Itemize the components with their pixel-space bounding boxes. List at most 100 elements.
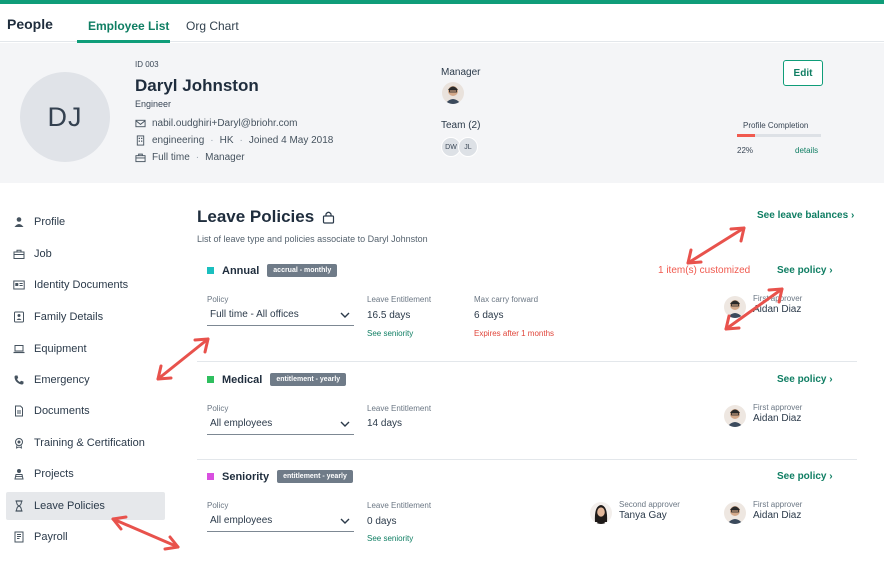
policy-label: Policy bbox=[207, 295, 229, 304]
page-subtitle: List of leave type and policies associat… bbox=[197, 234, 428, 244]
sidebar-item-equipment[interactable]: Equipment bbox=[6, 335, 165, 363]
profile-completion-bar bbox=[737, 134, 821, 137]
sidebar-item-payroll[interactable]: Payroll bbox=[6, 523, 165, 551]
page-title-text: Leave Policies bbox=[197, 207, 315, 226]
see-leave-balances-link[interactable]: See leave balances › bbox=[757, 210, 854, 221]
policy-select[interactable]: Full time - All offices bbox=[207, 306, 354, 326]
tab-org-chart[interactable]: Org Chart bbox=[186, 19, 239, 33]
chevron-down-icon bbox=[340, 421, 350, 427]
department-line: engineering · HK · Joined 4 May 2018 bbox=[135, 135, 333, 146]
employee-position: Manager bbox=[205, 152, 245, 163]
customized-note: 1 item(s) customized bbox=[658, 265, 751, 276]
sidebar-item-training-certification[interactable]: Training & Certification bbox=[6, 429, 165, 457]
see-seniority-link[interactable]: See seniority bbox=[367, 534, 413, 543]
employee-role: Engineer bbox=[135, 99, 172, 109]
policy-select[interactable]: All employees bbox=[207, 415, 354, 435]
manager-label: Manager bbox=[441, 67, 481, 78]
phone-icon bbox=[14, 375, 24, 385]
approver-role: First approver bbox=[753, 500, 803, 509]
briefcase-icon bbox=[135, 153, 146, 163]
employment-line: Full time · Manager bbox=[135, 152, 245, 163]
employee-joined: Joined 4 May 2018 bbox=[248, 135, 334, 146]
chevron-down-icon bbox=[340, 518, 350, 524]
separator-dot: · bbox=[195, 152, 200, 163]
sidebar-item-family-details[interactable]: Family Details bbox=[6, 303, 165, 331]
sidebar-item-label: Projects bbox=[34, 468, 74, 480]
policy-badge: accrual - monthly bbox=[267, 264, 338, 277]
profile-completion-label: Profile Completion bbox=[743, 121, 809, 130]
policy-card-annual: Annual accrual - monthly 1 item(s) custo… bbox=[197, 264, 857, 364]
see-policy-link[interactable]: See policy › bbox=[777, 471, 833, 482]
app-title: People bbox=[7, 16, 53, 32]
edit-button[interactable]: Edit bbox=[783, 60, 823, 86]
sidebar-item-label: Leave Policies bbox=[34, 500, 105, 512]
page-title: Leave Policies bbox=[197, 207, 335, 227]
sidebar-item-leave-policies[interactable]: Leave Policies bbox=[6, 492, 165, 520]
policy-type-name: Seniority bbox=[222, 470, 270, 483]
chevron-right-icon: › bbox=[829, 471, 833, 482]
sidebar-item-documents[interactable]: Documents bbox=[6, 397, 165, 425]
policy-card-medical: Medical entitlement - yearly See policy … bbox=[197, 373, 857, 453]
policy-type-header: Seniority entitlement - yearly bbox=[207, 470, 353, 483]
laptop-icon bbox=[13, 345, 25, 354]
policy-badge: entitlement - yearly bbox=[277, 470, 353, 483]
carry-forward-value: 6 days bbox=[474, 310, 504, 321]
employee-office: HK bbox=[219, 135, 234, 146]
briefcase-icon bbox=[13, 249, 25, 259]
sidebar-item-label: Profile bbox=[34, 216, 66, 228]
policy-label: Policy bbox=[207, 501, 229, 510]
policy-select-value: All employees bbox=[210, 515, 273, 526]
employee-department: engineering bbox=[152, 135, 205, 146]
sidebar-item-label: Documents bbox=[34, 405, 90, 417]
approver-role: Second approver bbox=[619, 500, 680, 509]
see-policy-link[interactable]: See policy › bbox=[777, 374, 833, 385]
see-policy-label: See policy bbox=[777, 374, 827, 385]
sidebar-item-projects[interactable]: Projects bbox=[6, 460, 165, 488]
sidebar-item-job[interactable]: Job bbox=[6, 240, 165, 268]
carry-forward-label: Max carry forward bbox=[474, 295, 539, 304]
sidebar-item-label: Emergency bbox=[34, 374, 90, 386]
policy-card-seniority: Seniority entitlement - yearly See polic… bbox=[197, 470, 857, 555]
employee-name: Daryl Johnston bbox=[135, 76, 259, 95]
certificate-icon bbox=[15, 438, 23, 449]
approver-avatar bbox=[724, 502, 746, 524]
approver-role: First approver bbox=[753, 403, 803, 412]
manager-avatar[interactable] bbox=[442, 82, 464, 104]
approver-avatar bbox=[724, 296, 746, 318]
sidebar-item-emergency[interactable]: Emergency bbox=[6, 366, 165, 394]
approver-name: Aidan Diaz bbox=[753, 413, 802, 424]
mail-icon bbox=[135, 119, 146, 128]
sidebar-item-identity-documents[interactable]: Identity Documents bbox=[6, 271, 165, 299]
sidebar-item-label: Training & Certification bbox=[34, 437, 145, 449]
see-policy-link[interactable]: See policy › bbox=[777, 265, 833, 276]
profile-completion-details-link[interactable]: details bbox=[795, 146, 818, 155]
employment-type: Full time bbox=[152, 152, 190, 163]
see-seniority-link[interactable]: See seniority bbox=[367, 329, 413, 338]
team-label: Team (2) bbox=[441, 120, 481, 131]
tab-employee-list[interactable]: Employee List bbox=[88, 19, 169, 33]
first-approver: First approver Aidan Diaz bbox=[724, 500, 802, 524]
policy-select[interactable]: All employees bbox=[207, 512, 354, 532]
separator-dot: · bbox=[210, 135, 214, 146]
entitlement-label: Leave Entitlement bbox=[367, 404, 432, 413]
policy-select-value: Full time - All offices bbox=[210, 309, 299, 320]
building-icon bbox=[136, 135, 145, 146]
second-approver: Second approver Tanya Gay bbox=[590, 500, 680, 524]
policy-color-square bbox=[207, 376, 214, 383]
top-tab-bar: People Employee List Org Chart bbox=[0, 4, 884, 43]
approver-avatar bbox=[724, 405, 746, 427]
policy-type-header: Annual accrual - monthly bbox=[207, 264, 338, 277]
id-card-icon bbox=[13, 280, 25, 290]
sidebar-item-label: Payroll bbox=[34, 531, 68, 543]
document-icon bbox=[15, 405, 23, 417]
team-member-avatar[interactable]: JL bbox=[458, 137, 478, 157]
sidebar-item-label: Identity Documents bbox=[34, 279, 129, 291]
entitlement-label: Leave Entitlement bbox=[367, 501, 432, 510]
profile-completion-percent: 22% bbox=[737, 146, 754, 155]
hourglass-icon bbox=[15, 500, 23, 512]
approver-avatar bbox=[590, 502, 612, 524]
sidebar-item-label: Family Details bbox=[34, 311, 104, 323]
see-policy-label: See policy bbox=[777, 471, 827, 482]
sidebar-item-profile[interactable]: Profile bbox=[6, 208, 165, 236]
entitlement-value: 16.5 days bbox=[367, 310, 411, 321]
